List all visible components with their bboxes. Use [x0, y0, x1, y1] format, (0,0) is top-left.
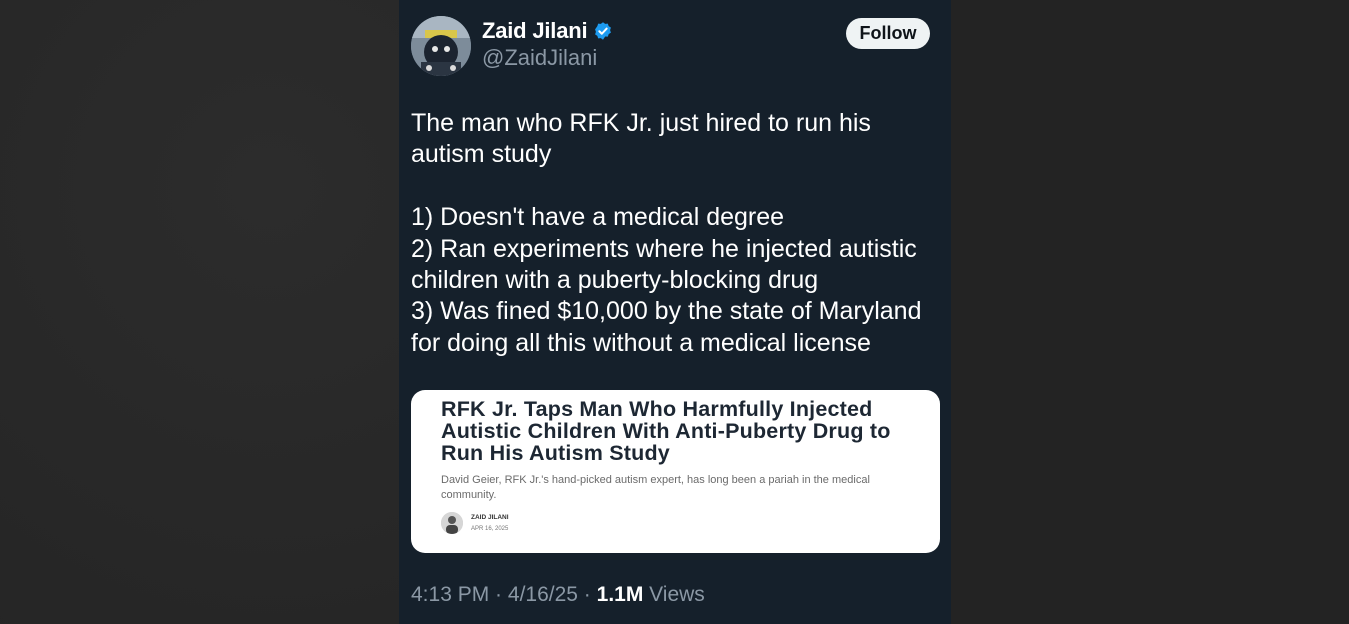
author-handle[interactable]: @ZaidJilani	[482, 45, 597, 71]
card-subtitle: David Geier, RFK Jr.'s hand-picked autis…	[441, 474, 870, 501]
tweet-meta: 4:13 PM · 4/16/25 · 1.1M Views	[411, 583, 705, 607]
author-avatar[interactable]	[411, 16, 471, 76]
tweet-list-item: 3) Was fined $10,000 by the state of Mar…	[411, 297, 922, 357]
views-label: Views	[643, 583, 705, 606]
card-author-date: APR 16, 2025	[471, 526, 509, 532]
tweet-time[interactable]: 4:13 PM	[411, 583, 489, 606]
tweet-line: The man who RFK Jr. just hired to run hi…	[411, 109, 871, 169]
avatar-image	[411, 16, 471, 76]
views-count: 1.1M	[596, 583, 644, 606]
tweet-list-item: 1) Doesn't have a medical degree	[411, 203, 785, 232]
tweet-date[interactable]: 4/16/25	[508, 583, 578, 606]
verified-badge-icon	[593, 21, 613, 41]
author-name-row: Zaid Jilani	[482, 18, 613, 44]
tweet-container: Zaid Jilani @ZaidJilani Follow The man w…	[399, 0, 951, 624]
card-author-name: ZAID JILANI	[471, 514, 509, 521]
meta-separator: ·	[489, 583, 508, 606]
follow-button[interactable]: Follow	[846, 18, 930, 49]
card-title: RFK Jr. Taps Man Who Harmfully Injected …	[441, 397, 891, 465]
card-author-avatar	[441, 512, 463, 534]
meta-separator: ·	[577, 583, 597, 606]
tweet-list-item: 2) Ran experiments where he injected aut…	[411, 234, 917, 295]
tweet-text: The man who RFK Jr. just hired to run hi…	[411, 108, 939, 359]
link-preview-card[interactable]: RFK Jr. Taps Man Who Harmfully Injected …	[411, 390, 940, 553]
author-name[interactable]: Zaid Jilani	[482, 18, 588, 44]
